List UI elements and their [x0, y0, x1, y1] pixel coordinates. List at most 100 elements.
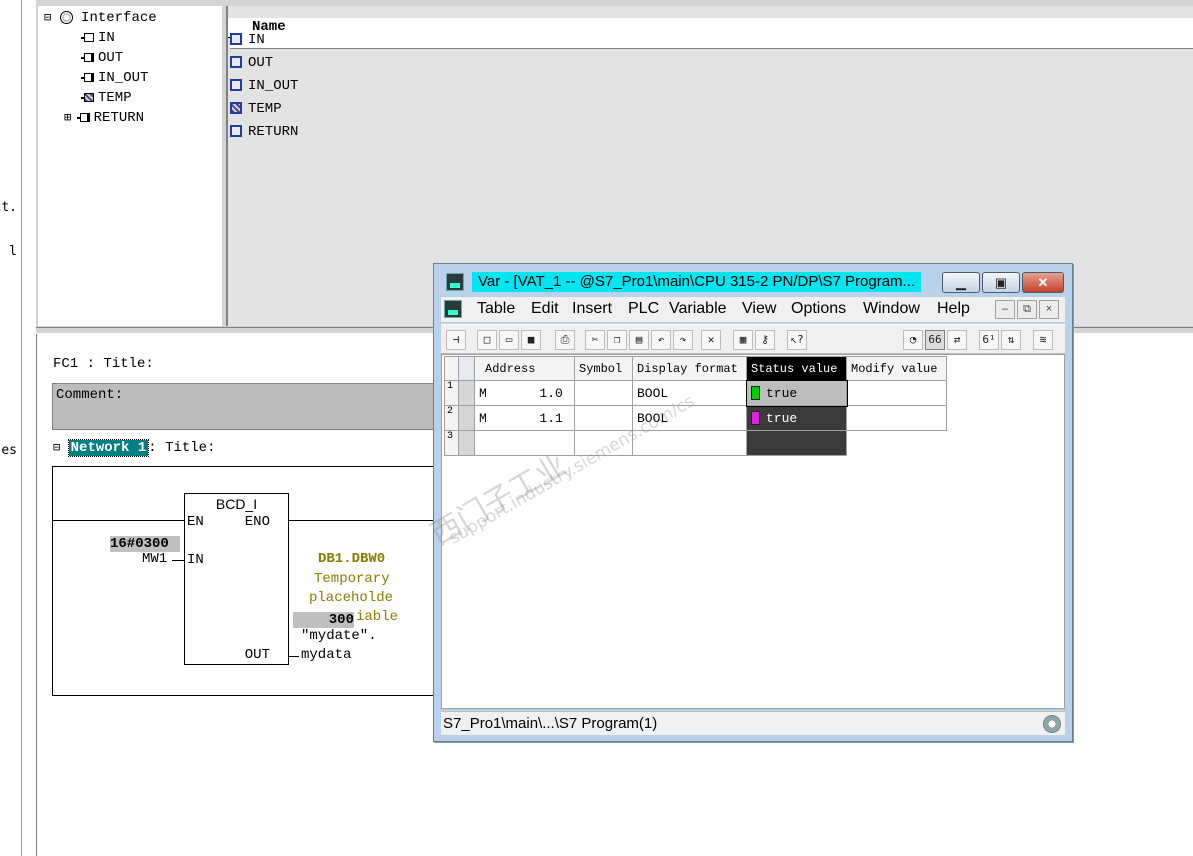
out-status-value: 300	[293, 612, 354, 628]
display-format-cell[interactable]: BOOL	[632, 405, 747, 431]
network-header[interactable]: ⊟ Network 1: Title:	[53, 439, 215, 457]
document-icon[interactable]	[444, 300, 462, 318]
accessible-nodes-icon[interactable]: ⚷	[755, 330, 775, 350]
address-cell[interactable]	[474, 430, 575, 456]
block-name: BCD_I	[215, 496, 258, 512]
tree-item-in[interactable]: IN	[81, 30, 115, 46]
close-button[interactable]: ✕	[1022, 272, 1064, 293]
paste-icon[interactable]: ▤	[629, 330, 649, 350]
table-row[interactable]: 3	[444, 430, 947, 456]
monitor-icon[interactable]: ◔	[903, 330, 923, 350]
mdi-close-button[interactable]: ×	[1039, 300, 1059, 319]
row-label: IN	[248, 32, 265, 48]
menu-plc[interactable]: PLC	[628, 300, 659, 318]
new-icon[interactable]: □	[477, 330, 497, 350]
contents-row-return[interactable]: RETURN	[230, 124, 298, 140]
contents-row-out[interactable]: OUT	[230, 55, 273, 71]
menu-variable[interactable]: Variable	[669, 300, 727, 318]
out-comment: iable	[356, 609, 399, 625]
redo-icon[interactable]: ↷	[673, 330, 693, 350]
menu-window[interactable]: Window	[863, 300, 920, 318]
col-status-value[interactable]: Status value	[746, 356, 847, 381]
tree-item-interface[interactable]: ⊟ Interface	[44, 10, 157, 26]
mdi-minimize-button[interactable]: –	[995, 300, 1015, 319]
modify-variable-icon[interactable]: ⇄	[947, 330, 967, 350]
menu-help[interactable]: Help	[937, 300, 970, 318]
collapse-icon[interactable]: ⊟	[44, 11, 51, 25]
address-cell[interactable]: M 1.1	[474, 405, 575, 431]
comment-label: Comment:	[56, 387, 124, 403]
col-display-format[interactable]: Display format	[632, 356, 747, 381]
status-text: true	[766, 385, 798, 401]
col-modify-value[interactable]: Modify value	[846, 356, 947, 381]
symbol-cell[interactable]	[574, 430, 633, 456]
symbol-cell[interactable]	[574, 380, 633, 406]
copy-icon[interactable]: ❐	[607, 330, 627, 350]
help-pointer-icon[interactable]: ↖?	[787, 330, 807, 350]
left-text-fragment: ct.	[0, 200, 17, 215]
force-icon[interactable]: ≋	[1033, 330, 1053, 350]
pin-icon[interactable]: ⊣	[446, 330, 466, 350]
contents-row-in[interactable]: IN	[230, 32, 1193, 49]
update-monitor-icon[interactable]: 6¹	[979, 330, 999, 350]
table-row[interactable]: 2 M 1.1 BOOL true	[444, 405, 947, 431]
tree-item-label: IN	[98, 30, 115, 46]
in-operand[interactable]: MW1	[142, 551, 167, 567]
undo-icon[interactable]: ↶	[651, 330, 671, 350]
status-value-cell[interactable]: true	[746, 405, 847, 431]
comment-box[interactable]: Comment:	[52, 383, 452, 430]
temp-pin-icon	[81, 92, 94, 102]
collapse-icon[interactable]: ⊟	[53, 441, 60, 455]
var-title-bar[interactable]: Var - [VAT_1 -- @S7_Pro1\main\CPU 315-2 …	[442, 270, 1064, 294]
delete-icon[interactable]: ✕	[701, 330, 721, 350]
row-number: 2	[444, 405, 459, 431]
online-icon[interactable]: ▦	[733, 330, 753, 350]
monitor-variable-icon[interactable]: 66	[925, 330, 945, 350]
vat-app-icon[interactable]	[446, 273, 464, 291]
in-status-value: 16#0300	[110, 536, 180, 552]
activate-modify-icon[interactable]: ⇅	[1001, 330, 1021, 350]
modify-value-cell[interactable]	[846, 380, 947, 406]
contents-row-temp[interactable]: TEMP	[230, 101, 282, 117]
block-title[interactable]: FC1 : Title:	[53, 356, 154, 372]
save-icon[interactable]: ■	[521, 330, 541, 350]
status-value-cell[interactable]	[746, 430, 847, 456]
out-pin: OUT	[244, 647, 270, 663]
watermark: 西门子工业	[425, 447, 573, 553]
symbol-cell[interactable]	[574, 405, 633, 431]
tree-item-return[interactable]: ⊞ RETURN	[64, 110, 144, 126]
display-format-cell[interactable]	[632, 430, 747, 456]
eno-line	[289, 520, 434, 521]
modify-value-cell[interactable]	[846, 405, 947, 431]
tree-item-out[interactable]: OUT	[81, 50, 123, 66]
tree-item-in-out[interactable]: IN_OUT	[81, 70, 148, 86]
maximize-button[interactable]: ▣	[982, 272, 1020, 293]
table-row[interactable]: 1 M 1.0 BOOL true	[444, 379, 947, 407]
menu-table[interactable]: Table	[477, 300, 515, 318]
expand-icon[interactable]: ⊞	[64, 111, 71, 125]
row-number: 1	[444, 380, 459, 406]
row-number: 3	[444, 430, 459, 456]
tree-item-temp[interactable]: TEMP	[81, 90, 132, 106]
mdi-restore-button[interactable]: ⧉	[1017, 300, 1037, 319]
contents-row-in-out[interactable]: IN_OUT	[230, 78, 298, 94]
open-folder-icon[interactable]: ▭	[499, 330, 519, 350]
col-symbol[interactable]: Symbol	[574, 356, 633, 381]
out-operand[interactable]: mydata	[301, 647, 351, 663]
cut-icon[interactable]: ✂	[585, 330, 605, 350]
display-format-cell[interactable]: BOOL	[632, 380, 747, 406]
minimize-button[interactable]: ▁	[942, 272, 980, 293]
menu-insert[interactable]: Insert	[572, 300, 612, 318]
print-icon[interactable]: ⎙	[555, 330, 575, 350]
network-label[interactable]: Network 1	[67, 439, 150, 457]
status-value-cell[interactable]: true	[745, 379, 848, 407]
bcd-i-block[interactable]: BCD_I EN ENO IN OUT	[184, 493, 289, 665]
menu-options[interactable]: Options	[791, 300, 846, 318]
menu-edit[interactable]: Edit	[531, 300, 559, 318]
address-cell[interactable]: M 1.0	[474, 380, 575, 406]
col-address[interactable]: Address	[474, 356, 575, 381]
pin-icon	[230, 56, 242, 69]
modify-value-cell[interactable]	[847, 431, 947, 456]
menu-view[interactable]: View	[742, 300, 776, 318]
en-pin: EN	[187, 514, 204, 530]
